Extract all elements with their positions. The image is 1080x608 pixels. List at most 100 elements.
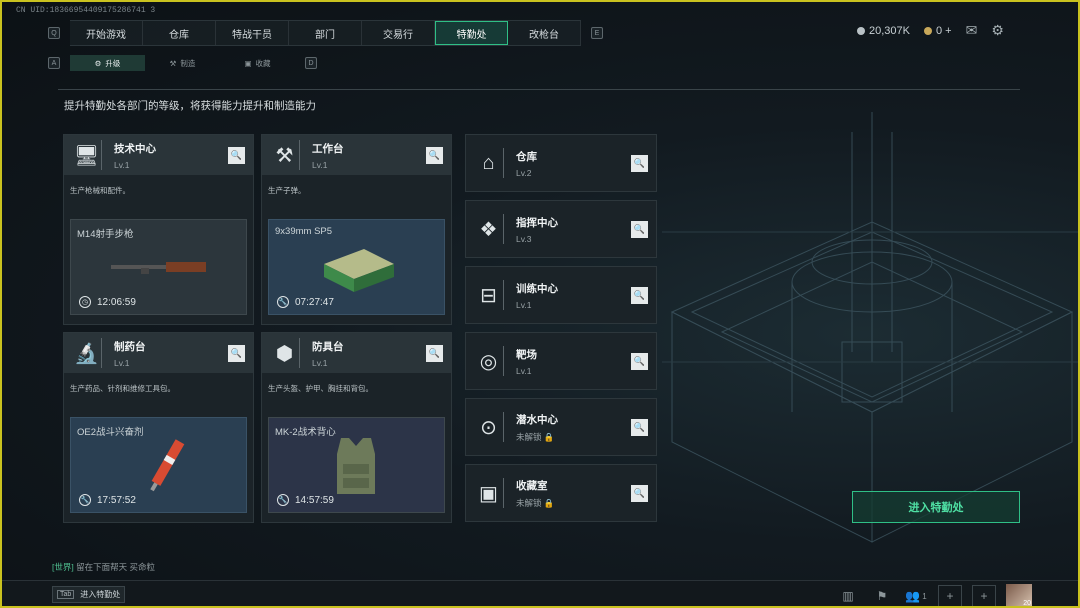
subnav-prev-key[interactable]: A: [48, 57, 60, 69]
add-slot-button-2[interactable]: +: [972, 585, 996, 606]
top-nav: Q 开始游戏 仓库 特战干员 部门 交易行 特勤处 改枪台 E: [48, 20, 603, 46]
silver-coin-icon: [857, 26, 865, 35]
tab-gunsmith[interactable]: 改枪台: [508, 21, 581, 45]
syringe-image: [150, 439, 185, 492]
dept-description: 生产子弹。: [268, 186, 306, 195]
craft-timer: ◷ 12:06:59: [79, 296, 136, 308]
dept-card-warehouse[interactable]: ⌂ 仓库 Lv.2 🔍: [465, 134, 657, 192]
dumbbell-icon: ⊟: [474, 280, 504, 310]
dept-description: 生产药品、针剂和维修工具包。: [70, 384, 175, 393]
search-icon[interactable]: 🔍: [631, 419, 648, 436]
lock-icon: 🔒: [543, 497, 555, 508]
rifle-image: [111, 262, 206, 274]
search-icon[interactable]: 🔍: [631, 353, 648, 370]
craft-item-name: MK-2战术背心: [275, 427, 336, 438]
craft-item-slot[interactable]: MK-2战术背心 🔧 14:57:59: [268, 417, 445, 513]
subnav-next-key[interactable]: D: [305, 57, 317, 69]
dept-level: Lv.1: [114, 357, 130, 368]
search-icon[interactable]: 🔍: [426, 345, 443, 362]
subtab-upgrade[interactable]: ⚙ 升级: [70, 55, 145, 71]
target-icon: ◎: [474, 346, 504, 376]
dept-card-training-center[interactable]: ⊟ 训练中心 Lv.1 🔍: [465, 266, 657, 324]
dept-level: Lv.3: [516, 233, 532, 244]
flag-icon[interactable]: ⚑: [870, 585, 894, 606]
search-icon[interactable]: 🔍: [426, 147, 443, 164]
wrench-icon: 🔧: [277, 494, 289, 506]
timer-icon: ◷: [79, 296, 91, 308]
subtab-craft[interactable]: ⚒ 制造: [145, 55, 220, 71]
mail-icon[interactable]: ✉: [966, 22, 978, 39]
craft-item-slot[interactable]: OE2战斗兴奋剂 🔧 17:57:52: [70, 417, 247, 513]
uid-label: CN UID:18366954409175286741 3: [16, 6, 156, 15]
tab-departments[interactable]: 部门: [289, 21, 362, 45]
ammo-box-image: [324, 249, 394, 292]
search-icon[interactable]: 🔍: [228, 147, 245, 164]
craft-timer: 🔧 07:27:47: [277, 296, 334, 308]
dept-card-shooting-range[interactable]: ◎ 靶场 Lv.1 🔍: [465, 332, 657, 390]
warehouse-icon: ⌂: [474, 148, 504, 178]
player-level: 20: [1023, 600, 1031, 607]
friends-icon[interactable]: 👥 1: [904, 585, 928, 606]
computer-icon: 🖥: [72, 140, 102, 170]
page-description: 提升特勤处各部门的等级，将获得能力提升和制造能力: [64, 100, 316, 112]
dept-card-tech-center[interactable]: 🖥 技术中心 Lv.1 🔍 生产枪械和配件。 M14射手步枪 ◷ 12:06:59: [63, 134, 254, 325]
microscope-icon: 🔬: [72, 338, 102, 368]
nav-next-key[interactable]: E: [591, 27, 603, 39]
trophy-case-icon: ▣: [474, 478, 504, 508]
nav-prev-key[interactable]: Q: [48, 27, 60, 39]
enter-special-ops-button[interactable]: 进入特勤处: [852, 491, 1020, 523]
tools-icon: ⚒: [270, 140, 300, 170]
dept-level: Lv.1: [114, 159, 130, 170]
tab-special-ops[interactable]: 特勤处: [435, 21, 508, 45]
tab-operators[interactable]: 特战干员: [216, 21, 289, 45]
search-icon[interactable]: 🔍: [631, 221, 648, 238]
dept-name: 潜水中心: [516, 413, 558, 426]
dept-level: 未解锁 🔒: [516, 497, 555, 508]
dept-level: Lv.1: [312, 159, 328, 170]
search-icon[interactable]: 🔍: [631, 155, 648, 172]
gold-coin-icon: [923, 26, 932, 35]
dept-level: Lv.1: [516, 299, 532, 310]
tab-start-game[interactable]: 开始游戏: [70, 21, 143, 45]
dept-card-collection-room[interactable]: ▣ 收藏室未解锁 🔒 🔍: [465, 464, 657, 522]
wallet: 20,307K 0 + ✉ ⚙: [857, 22, 1004, 39]
search-icon[interactable]: 🔍: [228, 345, 245, 362]
add-slot-button[interactable]: +: [938, 585, 962, 606]
game-screen: CN UID:18366954409175286741 3 Q 开始游戏 仓库 …: [0, 0, 1080, 608]
dept-name: 制药台: [114, 340, 146, 353]
dept-name: 训练中心: [516, 282, 558, 295]
avatar[interactable]: 20: [1006, 584, 1032, 607]
dept-card-armor-bench[interactable]: ⬢ 防具台 Lv.1 🔍 生产头盔、护甲、胸挂和背包。 MK-2战术背心 🔧 14:…: [261, 332, 452, 523]
cubes-icon: ⬢: [270, 338, 300, 368]
dept-card-command-center[interactable]: ❖ 指挥中心 Lv.3 🔍: [465, 200, 657, 258]
craft-item-slot[interactable]: M14射手步枪 ◷ 12:06:59: [70, 219, 247, 315]
chat-message: 留在下面帮天 买命粒: [76, 562, 155, 572]
dept-card-pharmacy[interactable]: 🔬 制药台 Lv.1 🔍 生产药品、针剂和维修工具包。 OE2战斗兴奋剂 🔧 17:…: [63, 332, 254, 523]
add-gold-button[interactable]: +: [945, 25, 951, 37]
tab-warehouse[interactable]: 仓库: [143, 21, 216, 45]
dept-name: 技术中心: [114, 142, 156, 155]
craft-timer: 🔧 17:57:52: [79, 494, 136, 506]
divider: [58, 89, 1020, 90]
tab-trading[interactable]: 交易行: [362, 21, 435, 45]
dept-name: 收藏室: [516, 479, 548, 492]
gold-currency[interactable]: 0 +: [923, 25, 952, 37]
dept-card-diving-center[interactable]: ⊙ 潜水中心 未解锁 🔒 🔍: [465, 398, 657, 456]
dept-name: 靶场: [516, 348, 537, 361]
dept-name: 仓库: [516, 150, 537, 163]
chat-line[interactable]: [世界] 留在下面帮天 买命粒: [52, 561, 155, 573]
subtab-collect[interactable]: ▣ 收藏: [220, 55, 295, 71]
search-icon[interactable]: 🔍: [631, 485, 648, 502]
dept-card-workbench[interactable]: ⚒ 工作台 Lv.1 🔍 生产子弹。 9x39mm SP5 🔧 07:27:47: [261, 134, 452, 325]
stats-chart-icon[interactable]: ▥: [836, 585, 860, 606]
dept-description: 生产头盔、护甲、胸挂和背包。: [268, 384, 373, 393]
craft-icon: ⚒: [169, 58, 177, 68]
craft-item-slot[interactable]: 9x39mm SP5 🔧 07:27:47: [268, 219, 445, 315]
upgrade-icon: ⚙: [94, 58, 102, 68]
search-icon[interactable]: 🔍: [631, 287, 648, 304]
settings-gear-icon[interactable]: ⚙: [991, 22, 1004, 39]
nav-tabs: 开始游戏 仓库 特战干员 部门 交易行 特勤处 改枪台: [70, 20, 581, 46]
dept-name: 工作台: [312, 142, 344, 155]
enter-shortcut-hint[interactable]: Tab 进入特勤处: [52, 586, 126, 603]
dept-name: 指挥中心: [516, 216, 558, 229]
